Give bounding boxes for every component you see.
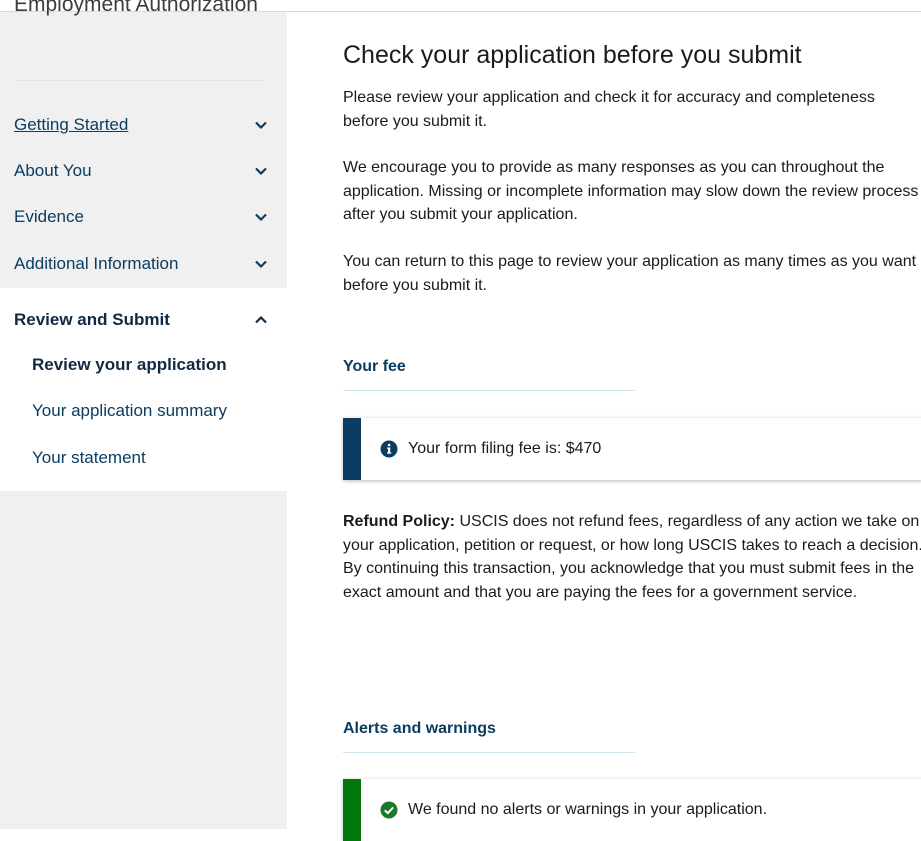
sidebar-item-label: About You <box>14 161 92 180</box>
sidebar: Employment Authorization Getting Started… <box>0 0 287 829</box>
sidebar-item-label: Evidence <box>14 207 84 226</box>
sidebar-item-getting-started[interactable]: Getting Started <box>14 105 269 145</box>
intro-paragraph-3: You can return to this page to review yo… <box>343 253 917 294</box>
refund-policy: Refund Policy: USCIS does not refund fee… <box>343 510 921 604</box>
sidebar-subitem-label: Your statement <box>32 448 146 467</box>
sidebar-item-evidence[interactable]: Evidence <box>14 197 269 237</box>
sidebar-subitem-your-application-summary[interactable]: Your application summary <box>32 396 272 426</box>
sidebar-subitem-label: Your application summary <box>32 401 227 420</box>
chevron-up-icon <box>255 315 267 324</box>
sidebar-subitem-your-statement[interactable]: Your statement <box>32 443 272 473</box>
page-title: Check your application before you submit <box>343 41 802 69</box>
sidebar-item-about-you[interactable]: About You <box>14 151 269 191</box>
sidebar-subitem-label: Review your application <box>32 355 227 374</box>
fee-alert: Your form filing fee is: $470 <box>343 418 921 480</box>
chevron-down-icon <box>255 213 267 222</box>
alert-accent-bar <box>343 779 361 841</box>
check-circle-icon <box>380 801 398 819</box>
chevron-down-icon <box>255 121 267 130</box>
intro-paragraph-2: We encourage you to provide as many resp… <box>343 159 919 223</box>
info-icon <box>380 440 398 458</box>
alerts-success-text: We found no alerts or warnings in your a… <box>408 801 768 818</box>
alerts-success-alert: We found no alerts or warnings in your a… <box>343 779 921 841</box>
alerts-heading: Alerts and warnings <box>343 720 635 753</box>
alert-accent-bar <box>343 418 361 480</box>
sidebar-item-additional-information[interactable]: Additional Information <box>14 244 269 284</box>
sidebar-item-label: Additional Information <box>14 254 179 273</box>
chevron-down-icon <box>255 260 267 269</box>
chevron-down-icon <box>255 167 267 176</box>
sidebar-item-label: Getting Started <box>14 115 129 134</box>
sidebar-subitem-review-your-application[interactable]: Review your application <box>32 350 272 380</box>
sidebar-item-review-and-submit[interactable]: Review and Submit <box>14 300 269 340</box>
refund-policy-label: Refund Policy: <box>343 513 456 530</box>
intro-paragraph-1: Please review your application and check… <box>343 89 875 130</box>
app-title: Employment Authorization <box>14 0 258 16</box>
sidebar-item-label: Review and Submit <box>14 310 170 329</box>
fee-heading: Your fee <box>343 358 635 391</box>
fee-alert-text: Your form filing fee is: $470 <box>408 440 602 457</box>
sidebar-divider <box>14 80 265 81</box>
